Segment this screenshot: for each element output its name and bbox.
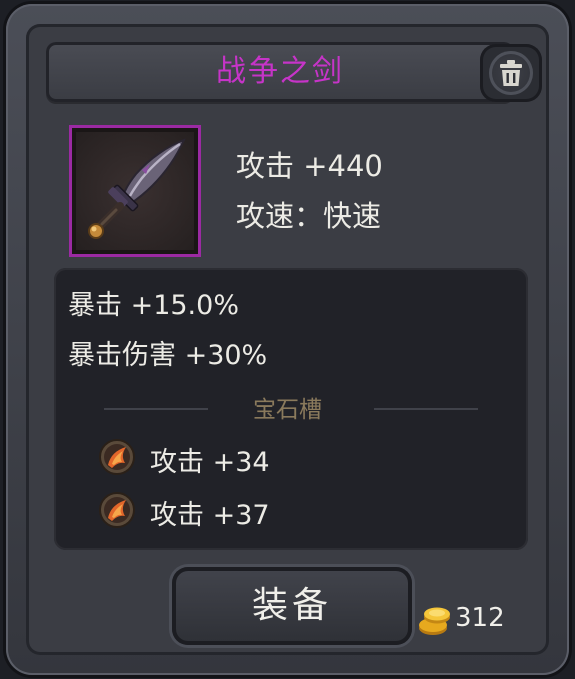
crit-stat: 暴击 +15.0%: [68, 290, 239, 321]
crit-damage-stat: 暴击伤害 +30%: [68, 340, 268, 371]
fire-gem-icon: [99, 492, 135, 528]
item-detail-window: 战争之剑 攻击 +440 攻速：快速 暴击 +15.0% 暴击伤害 +30% 宝…: [0, 0, 575, 679]
trash-icon: [500, 60, 522, 86]
gold-coin-icon: [419, 607, 450, 635]
gold-amount: 312: [455, 603, 505, 633]
attack-speed-stat: 攻速：快速: [236, 199, 382, 233]
gem-slot-2-stat: 攻击 +37: [150, 500, 270, 531]
gem-slot-title: 宝石槽: [253, 397, 322, 423]
gem-slot-1-stat: 攻击 +34: [150, 447, 270, 478]
equip-button-label[interactable]: 装备: [172, 567, 412, 645]
sword-icon: [88, 138, 186, 239]
fire-gem-icon: [99, 439, 135, 475]
attack-stat: 攻击 +440: [236, 149, 383, 183]
item-name: 战争之剑: [216, 54, 344, 89]
